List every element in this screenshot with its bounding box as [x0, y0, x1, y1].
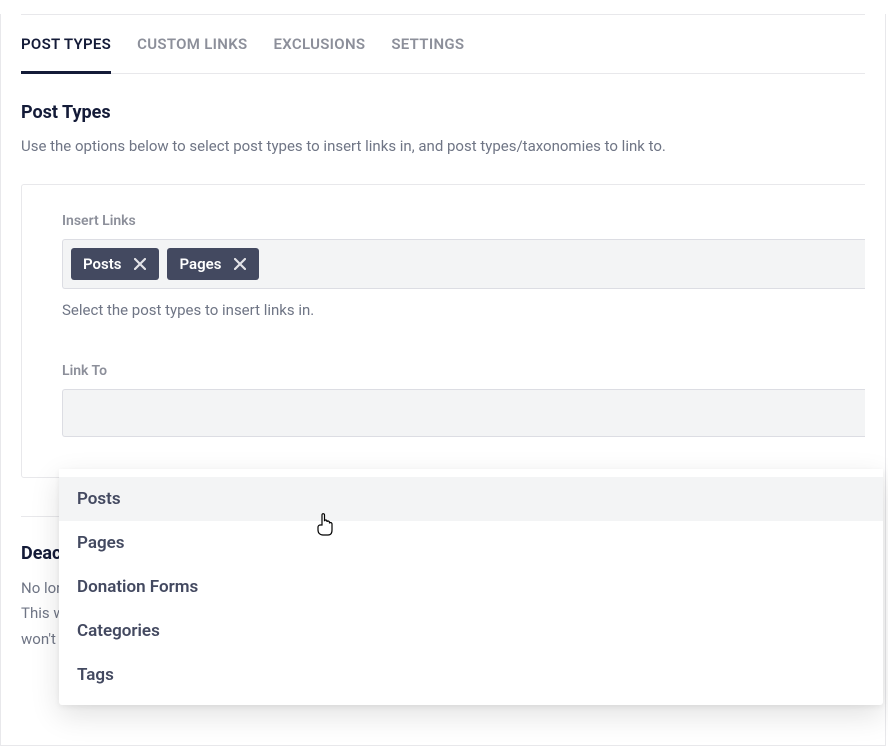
chip-label: Posts — [83, 255, 121, 273]
dropdown-option-pages[interactable]: Pages — [59, 521, 883, 565]
chip-label: Pages — [179, 255, 221, 273]
close-icon[interactable] — [131, 255, 149, 273]
link-to-field: Link To — [62, 363, 865, 437]
insert-links-help: Select the post types to insert links in… — [62, 301, 865, 319]
tab-settings[interactable]: SETTINGS — [391, 15, 464, 73]
dropdown-option-tags[interactable]: Tags — [59, 653, 883, 697]
tab-post-types[interactable]: POST TYPES — [21, 15, 111, 74]
insert-links-field: Insert Links Posts Pages Select the post… — [62, 213, 865, 319]
dropdown-option-donation-forms[interactable]: Donation Forms — [59, 565, 883, 609]
link-to-select[interactable] — [62, 389, 865, 437]
chip-pages: Pages — [167, 248, 259, 280]
post-types-panel: Insert Links Posts Pages Select the post… — [21, 184, 865, 478]
link-to-label: Link To — [62, 363, 865, 379]
dropdown-option-posts[interactable]: Posts — [59, 477, 883, 521]
close-icon[interactable] — [231, 255, 249, 273]
tabs-bar: POST TYPES CUSTOM LINKS EXCLUSIONS SETTI… — [21, 15, 865, 74]
chip-posts: Posts — [71, 248, 159, 280]
section-title: Post Types — [21, 102, 865, 123]
insert-links-label: Insert Links — [62, 213, 865, 229]
tab-custom-links[interactable]: CUSTOM LINKS — [137, 15, 247, 73]
tab-exclusions[interactable]: EXCLUSIONS — [273, 15, 365, 73]
section-description: Use the options below to select post typ… — [21, 135, 865, 158]
link-to-dropdown: Posts Pages Donation Forms Categories Ta… — [59, 469, 883, 705]
insert-links-select[interactable]: Posts Pages — [62, 239, 865, 289]
dropdown-option-categories[interactable]: Categories — [59, 609, 883, 653]
